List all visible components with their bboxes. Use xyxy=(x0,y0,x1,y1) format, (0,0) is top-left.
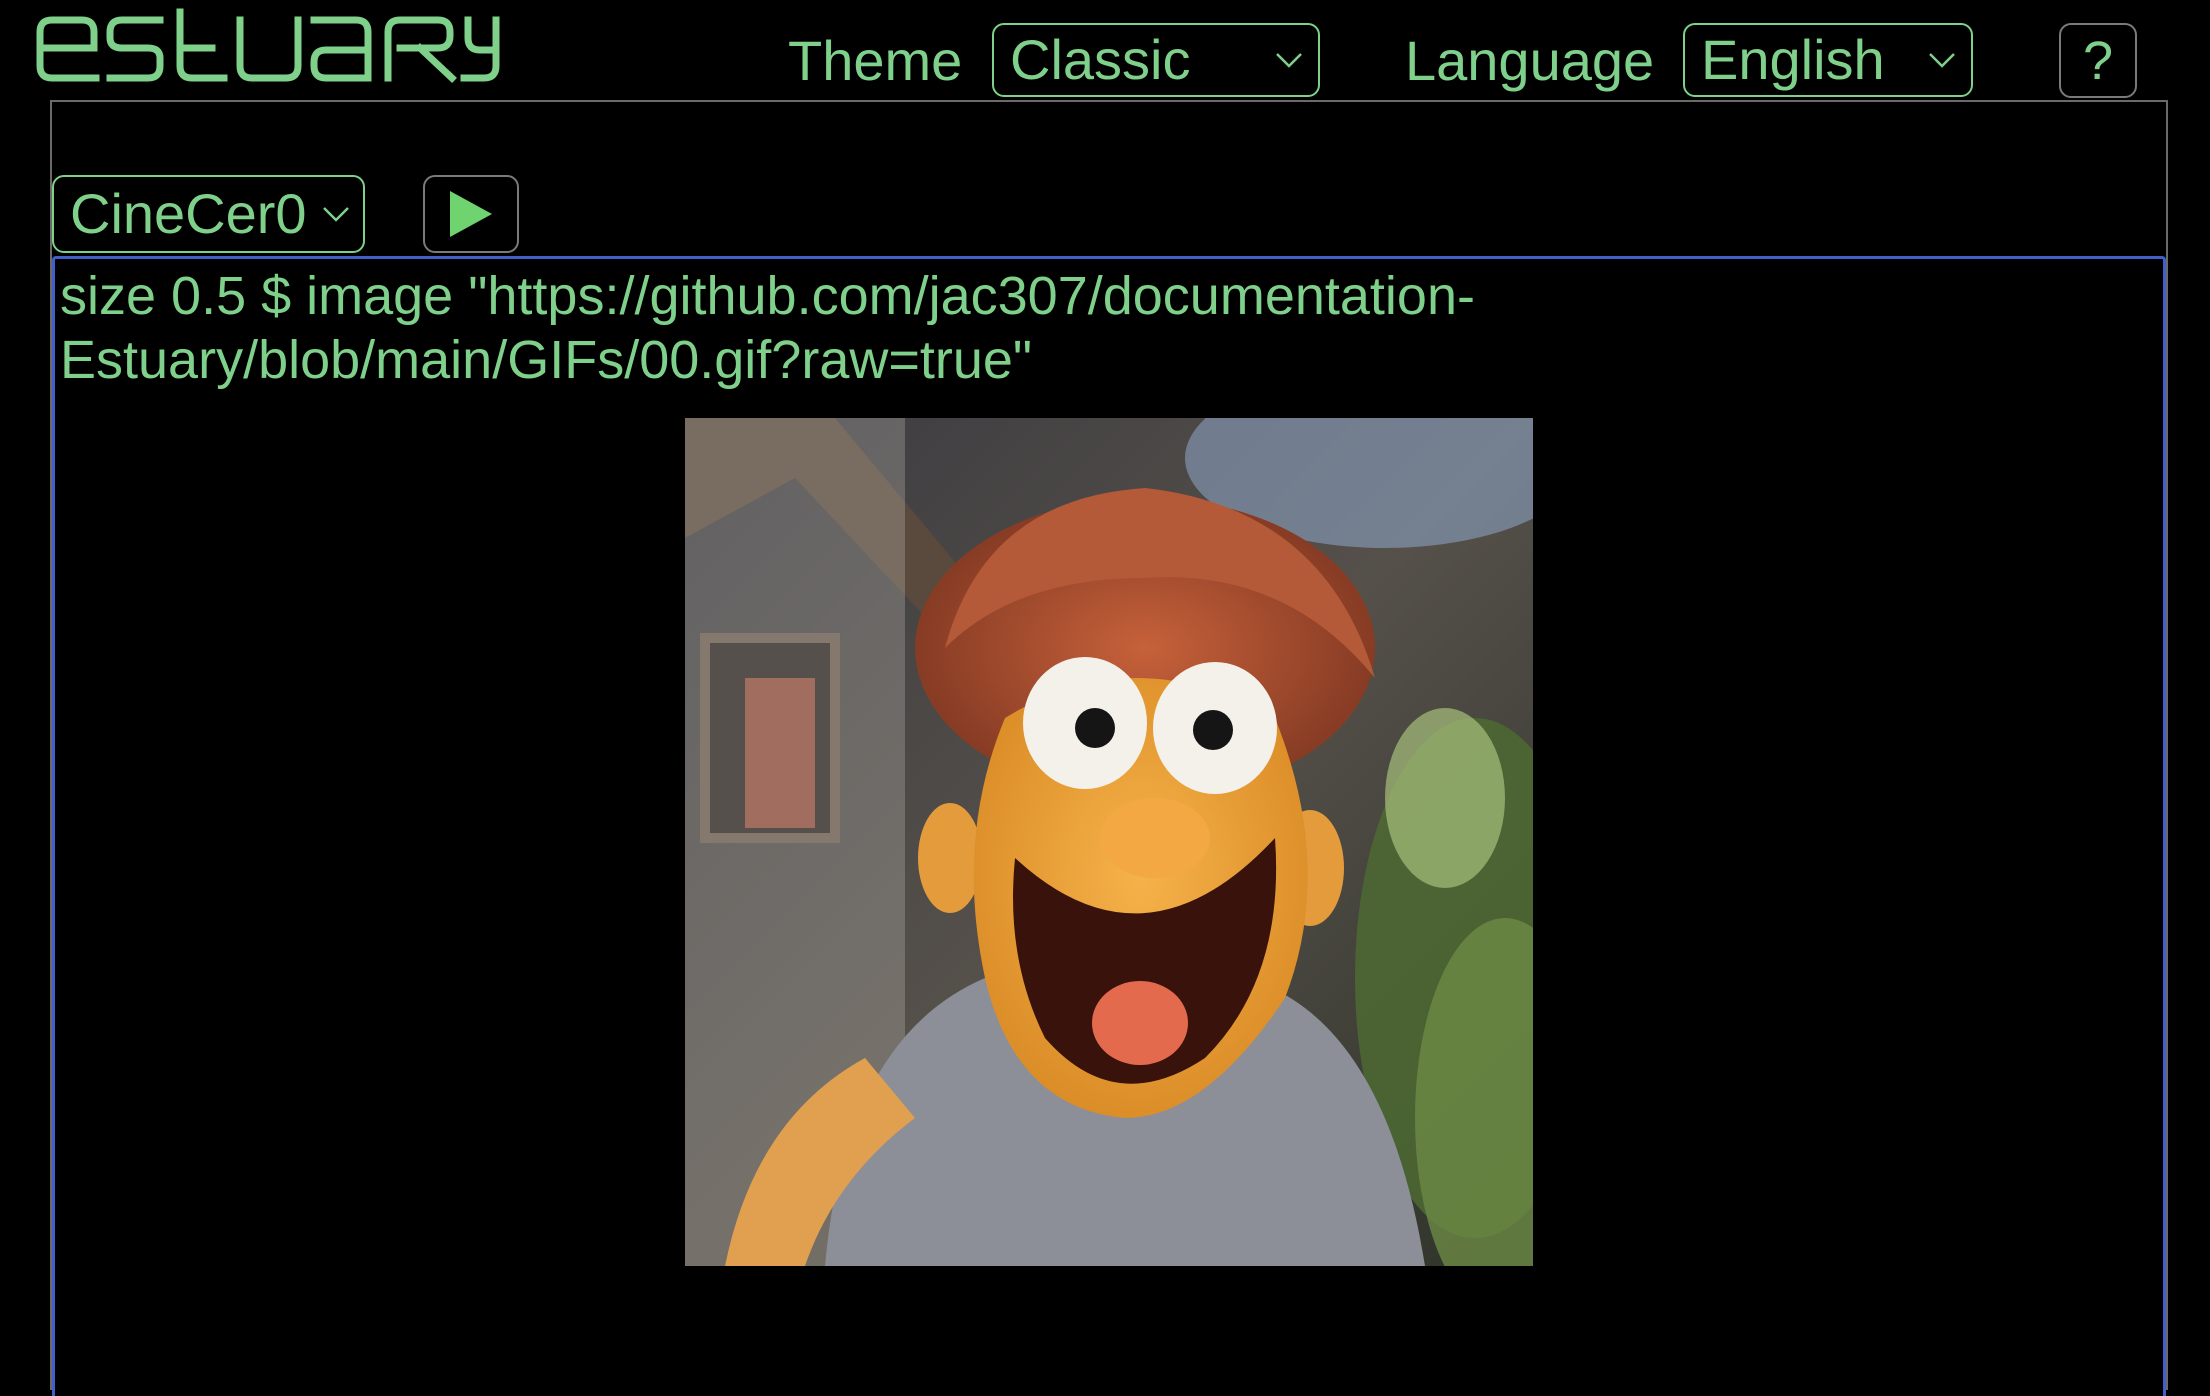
language-select-value: English xyxy=(1701,28,1885,91)
engine-select[interactable]: CineCer0 xyxy=(52,175,365,253)
theme-select[interactable]: Classic xyxy=(992,23,1320,97)
theme-select-value: Classic xyxy=(1010,28,1191,91)
run-button[interactable] xyxy=(423,175,519,253)
code-line-1: size 0.5 $ image "https://github.com/jac… xyxy=(60,266,1475,326)
chevron-down-icon xyxy=(1276,53,1302,68)
help-button[interactable]: ? xyxy=(2059,23,2137,98)
chevron-down-icon xyxy=(323,207,349,222)
estuary-logo xyxy=(36,8,500,83)
language-select[interactable]: English xyxy=(1683,23,1973,97)
code-text[interactable]: size 0.5 $ image "https://github.com/jac… xyxy=(60,264,1620,392)
engine-select-value: CineCer0 xyxy=(70,182,307,245)
language-label: Language xyxy=(1405,29,1655,92)
gif-output-image xyxy=(685,418,1533,1266)
play-icon xyxy=(450,191,492,237)
code-line-2: Estuary/blob/main/GIFs/00.gif?raw=true" xyxy=(60,330,1033,390)
theme-label: Theme xyxy=(788,29,963,92)
chevron-down-icon xyxy=(1929,53,1955,68)
help-button-label: ? xyxy=(2082,30,2114,91)
